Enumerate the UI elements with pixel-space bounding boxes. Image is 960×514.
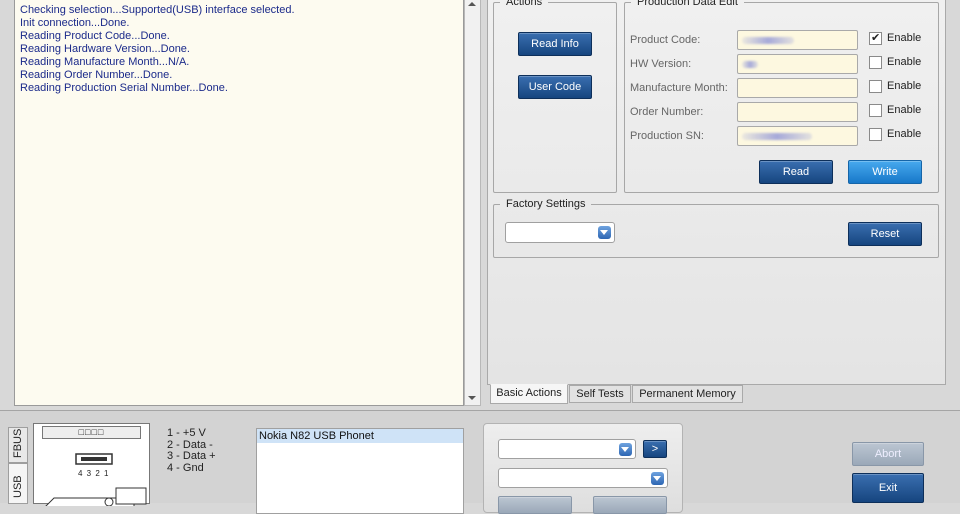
tab-basic-actions[interactable]: Basic Actions [490, 384, 568, 404]
production-sn-label: Production SN: [630, 130, 704, 142]
log-line: Reading Product Code...Done. [20, 30, 170, 42]
read-button[interactable]: Read [759, 160, 833, 184]
write-button[interactable]: Write [848, 160, 922, 184]
manufacture-month-field[interactable] [737, 78, 858, 98]
tab-usb[interactable]: USB [8, 463, 28, 504]
go-button[interactable]: > [643, 440, 667, 458]
pin-legend: 1 - +5 V 2 - Data - 3 - Data + 4 - Gnd [167, 427, 216, 474]
enable-label: Enable [887, 128, 922, 140]
enable-label: Enable [887, 56, 922, 68]
hw-version-field[interactable] [737, 54, 858, 74]
chevron-down-icon [619, 443, 632, 456]
product-code-field[interactable] [737, 30, 858, 50]
production-sn-enable-checkbox[interactable] [869, 128, 882, 141]
redacted-value [742, 61, 758, 68]
enable-label: Enable [887, 80, 922, 92]
hw-version-label: HW Version: [630, 58, 692, 70]
tab-permanent-memory[interactable]: Permanent Memory [632, 385, 743, 403]
product-code-label: Product Code: [630, 34, 701, 46]
read-info-button[interactable]: Read Info [518, 32, 592, 56]
connection-controls: > [483, 423, 683, 514]
log-panel[interactable]: Checking selection...Supported(USB) inte… [14, 0, 464, 406]
log-line: Reading Hardware Version...Done. [20, 43, 190, 55]
connection-panel: FBUS USB □□□□ 4 3 2 1 1 - +5 V 2 - Data … [0, 410, 960, 514]
pin-numbers: 4 3 2 1 [78, 469, 110, 478]
connection-dropdown-1[interactable] [498, 439, 636, 459]
tab-self-tests[interactable]: Self Tests [569, 385, 631, 403]
enable-label: Enable [887, 32, 922, 44]
reset-button[interactable]: Reset [848, 222, 922, 246]
tab-fbus[interactable]: FBUS [8, 427, 28, 463]
log-line: Reading Manufacture Month...N/A. [20, 56, 190, 68]
log-line: Checking selection...Supported(USB) inte… [20, 4, 295, 16]
production-sn-field[interactable] [737, 126, 858, 146]
connection-button-1[interactable] [498, 496, 572, 514]
factory-settings-legend: Factory Settings [506, 198, 586, 210]
log-line: Reading Production Serial Number...Done. [20, 82, 228, 94]
order-number-field[interactable] [737, 102, 858, 122]
scroll-up-arrow-icon[interactable] [468, 2, 476, 6]
exit-button[interactable]: Exit [852, 473, 924, 503]
pin-1-label: 1 - +5 V [167, 427, 206, 439]
order-number-enable-checkbox[interactable] [869, 104, 882, 117]
production-data-legend: Production Data Edit [637, 0, 738, 8]
log-scrollbar[interactable] [464, 0, 481, 406]
device-list[interactable]: Nokia N82 USB Phonet [256, 428, 464, 514]
actions-legend: Actions [506, 0, 543, 8]
product-code-enable-checkbox[interactable] [869, 31, 882, 45]
basic-actions-panel: Actions Read Info User Code Production D… [487, 0, 946, 385]
log-line: Reading Order Number...Done. [20, 69, 173, 81]
chevron-down-icon [651, 472, 664, 485]
redacted-value [742, 133, 812, 140]
chevron-down-icon [598, 226, 611, 239]
usb-port-diagram: □□□□ 4 3 2 1 [33, 423, 150, 506]
production-data-edit-group: Production Data Edit Product Code: Enabl… [624, 0, 939, 193]
connection-dropdown-2[interactable] [498, 468, 668, 488]
redacted-value [742, 37, 794, 44]
hw-version-enable-checkbox[interactable] [869, 56, 882, 69]
enable-label: Enable [887, 104, 922, 116]
factory-settings-group: Factory Settings Reset [493, 198, 939, 258]
fbus-label: FBUS [12, 428, 24, 458]
device-list-item[interactable]: Nokia N82 USB Phonet [257, 429, 463, 443]
factory-settings-dropdown[interactable] [505, 222, 615, 243]
usb-label: USB [12, 475, 24, 498]
scroll-down-arrow-icon[interactable] [468, 396, 476, 400]
manufacture-month-enable-checkbox[interactable] [869, 80, 882, 93]
log-line: Init connection...Done. [20, 17, 130, 29]
abort-button[interactable]: Abort [852, 442, 924, 466]
actions-group: Actions Read Info User Code [493, 0, 617, 193]
order-number-label: Order Number: [630, 106, 704, 118]
pin-3-label: 3 - Data + [167, 450, 216, 462]
pin-4-label: 4 - Gnd [167, 461, 204, 474]
port-indicator: □□□□ [42, 426, 141, 439]
connection-button-2[interactable] [593, 496, 667, 514]
user-code-button[interactable]: User Code [518, 75, 592, 99]
manufacture-month-label: Manufacture Month: [630, 82, 728, 94]
